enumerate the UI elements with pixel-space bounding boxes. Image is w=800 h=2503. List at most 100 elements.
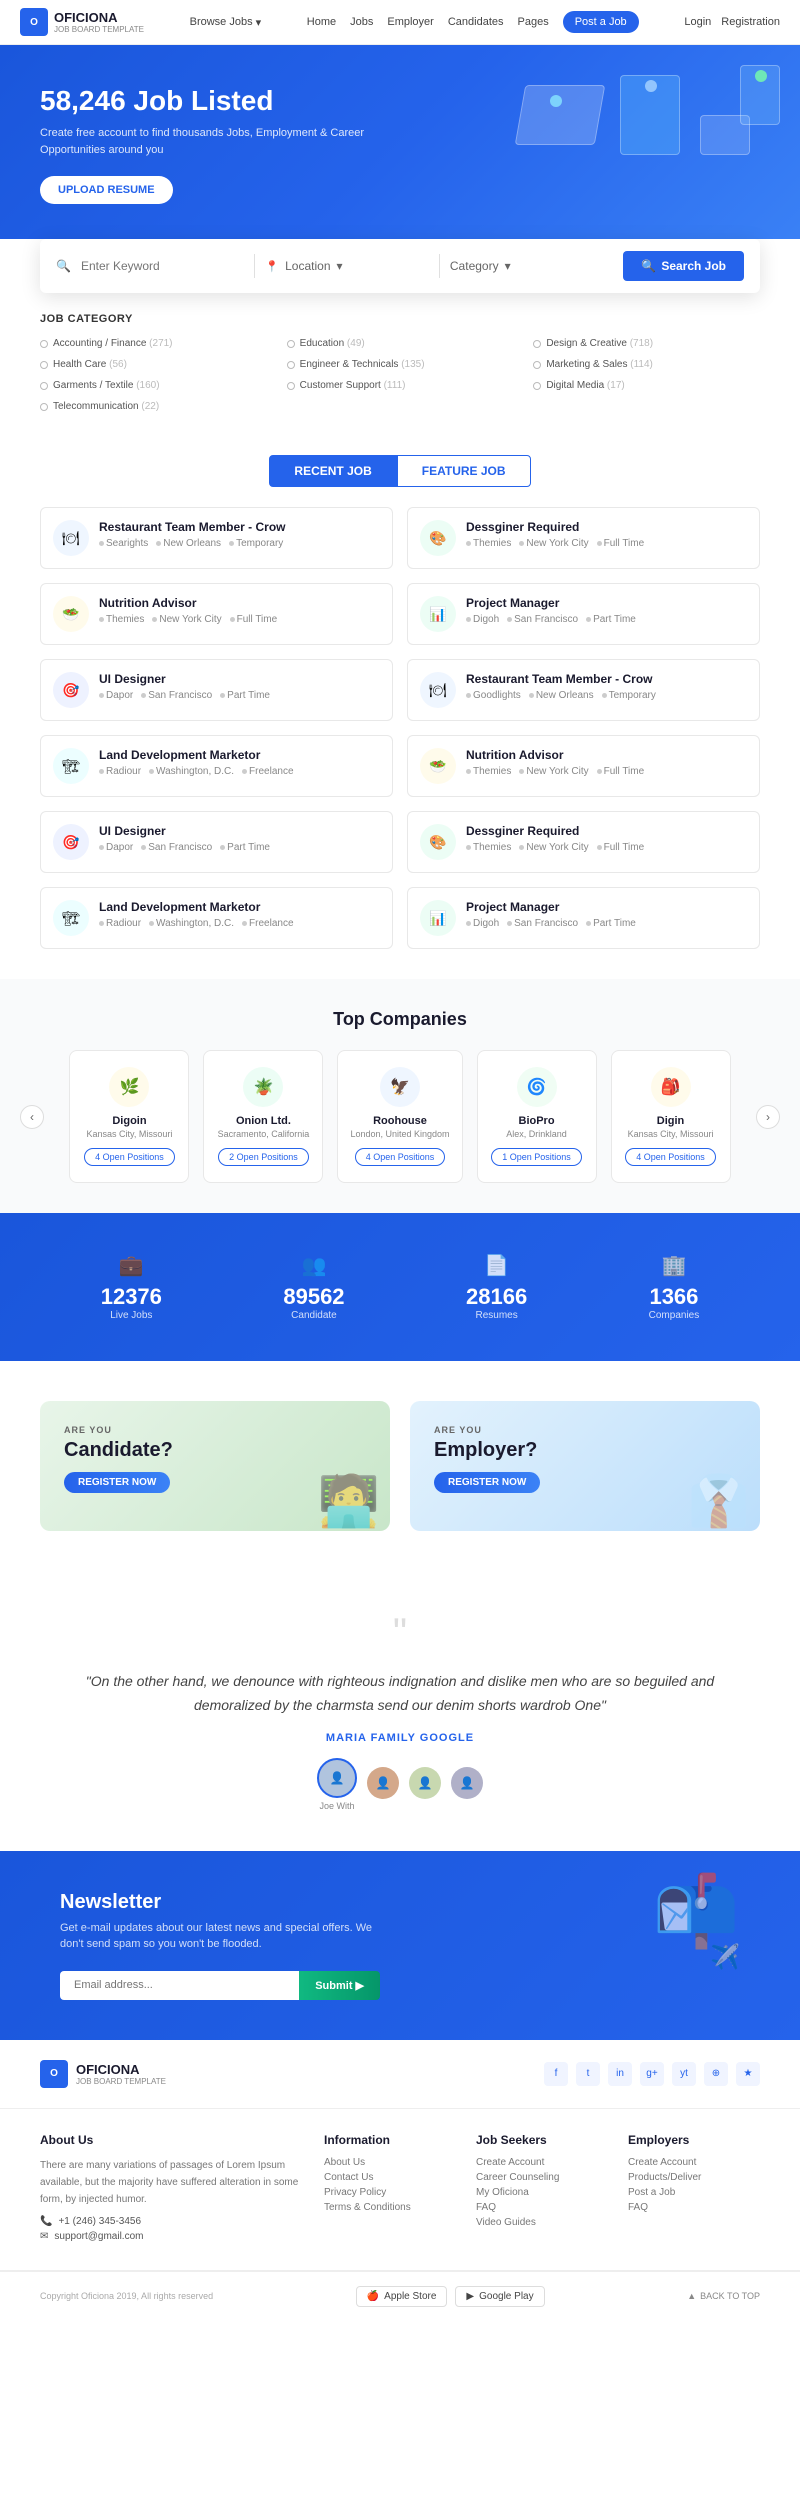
job-card[interactable]: 📊 Project Manager Digoh San Francisco Pa… [407, 887, 760, 949]
footer-link-my-oficiona[interactable]: My Oficiona [476, 2187, 608, 2198]
company-card[interactable]: 🌿 Digoin Kansas City, Missouri 4 Open Po… [69, 1050, 189, 1183]
newsletter-email-input[interactable] [60, 1971, 299, 2000]
search-button[interactable]: 🔍 Search Job [623, 251, 744, 281]
job-cat-item[interactable]: Accounting / Finance (271) [40, 335, 267, 352]
browse-jobs-btn[interactable]: Browse Jobs [190, 16, 262, 29]
job-cat-item[interactable]: Design & Creative (718) [533, 335, 760, 352]
company-name: Roohouse [350, 1115, 449, 1127]
job-cat-item[interactable]: Digital Media (17) [533, 377, 760, 394]
footer-link-about-us[interactable]: About Us [324, 2157, 456, 2168]
carousel-next-button[interactable]: › [756, 1105, 780, 1129]
company-card[interactable]: 🌀 BioPro Alex, Drinkland 1 Open Position… [477, 1050, 597, 1183]
job-cat-item[interactable]: Marketing & Sales (114) [533, 356, 760, 373]
nav-jobs[interactable]: Jobs [350, 16, 373, 28]
footer-link-emp-faq[interactable]: FAQ [628, 2202, 760, 2213]
tab-recent-job[interactable]: RECENT JOB [269, 455, 396, 487]
footer-logo[interactable]: O OFICIONA JOB BOARD TEMPLATE [40, 2060, 166, 2088]
job-card[interactable]: 🍽 Restaurant Team Member - Crow Searight… [40, 507, 393, 569]
job-title: Nutrition Advisor [466, 748, 747, 762]
footer-link-post-job[interactable]: Post a Job [628, 2187, 760, 2198]
footer-link-emp-create-account[interactable]: Create Account [628, 2157, 760, 2168]
company-positions-button[interactable]: 4 Open Positions [355, 1148, 446, 1166]
job-card[interactable]: 🎯 UI Designer Dapor San Francisco Part T… [40, 659, 393, 721]
candidate-register-button[interactable]: REGISTER NOW [64, 1472, 170, 1493]
job-info: Project Manager Digoh San Francisco Part… [466, 900, 747, 929]
footer-link-terms[interactable]: Terms & Conditions [324, 2202, 456, 2213]
avatar-3[interactable]: 👤 [409, 1767, 441, 1799]
footer-link-career-counseling[interactable]: Career Counseling [476, 2172, 608, 2183]
company-positions-button[interactable]: 4 Open Positions [625, 1148, 716, 1166]
job-card[interactable]: 🎨 Dessginer Required Themies New York Ci… [407, 507, 760, 569]
job-card[interactable]: 🥗 Nutrition Advisor Themies New York Cit… [40, 583, 393, 645]
hero-subtitle: Create free account to find thousands Jo… [40, 125, 420, 158]
company-positions-button[interactable]: 2 Open Positions [218, 1148, 309, 1166]
location-select[interactable]: Location [265, 259, 428, 273]
job-company: Themies [466, 538, 511, 549]
company-card[interactable]: 🦅 Roohouse London, United Kingdom 4 Open… [337, 1050, 462, 1183]
footer-email: ✉ support@gmail.com [40, 2231, 304, 2242]
job-icon: 🎨 [420, 520, 456, 556]
facebook-icon[interactable]: f [544, 2062, 568, 2086]
job-card[interactable]: 🏗 Land Development Marketor Radiour Wash… [40, 887, 393, 949]
job-cat-item[interactable]: Customer Support (111) [287, 377, 514, 394]
star-icon[interactable]: ★ [736, 2062, 760, 2086]
job-card[interactable]: 🎯 UI Designer Dapor San Francisco Part T… [40, 811, 393, 873]
company-positions-button[interactable]: 1 Open Positions [491, 1148, 582, 1166]
rss-icon[interactable]: ⊕ [704, 2062, 728, 2086]
keyword-input[interactable] [81, 259, 244, 273]
apple-store-button[interactable]: 🍎 Apple Store [356, 2286, 448, 2307]
job-card[interactable]: 🍽 Restaurant Team Member - Crow Goodligh… [407, 659, 760, 721]
nav-employer[interactable]: Employer [387, 16, 433, 28]
footer-link-faq[interactable]: FAQ [476, 2202, 608, 2213]
job-card[interactable]: 🥗 Nutrition Advisor Themies New York Cit… [407, 735, 760, 797]
job-card[interactable]: 📊 Project Manager Digoh San Francisco Pa… [407, 583, 760, 645]
stat-candidates: 👥 89562 Candidate [283, 1253, 344, 1321]
nav-candidates[interactable]: Candidates [448, 16, 504, 28]
post-job-button[interactable]: Post a Job [563, 11, 639, 33]
companies-title: Top Companies [20, 1009, 780, 1030]
job-company: Themies [466, 766, 511, 777]
footer-link-create-account[interactable]: Create Account [476, 2157, 608, 2168]
nav-home[interactable]: Home [307, 16, 336, 28]
employer-cta-card: ARE YOU Employer? REGISTER NOW 👔 [410, 1401, 760, 1531]
avatar-4[interactable]: 👤 [451, 1767, 483, 1799]
job-cat-item[interactable]: Education (49) [287, 335, 514, 352]
job-location: Washington, D.C. [149, 918, 234, 929]
job-cat-item[interactable]: Health Care (56) [40, 356, 267, 373]
candidate-illustration: 🧑‍💻 [318, 1472, 380, 1531]
carousel-prev-button[interactable]: ‹ [20, 1105, 44, 1129]
footer-link-privacy[interactable]: Privacy Policy [324, 2187, 456, 2198]
back-to-top-button[interactable]: ▲ BACK TO TOP [687, 2291, 760, 2301]
job-category-title: JOB CATEGORY [40, 313, 760, 325]
employer-register-button[interactable]: REGISTER NOW [434, 1472, 540, 1493]
nav-pages[interactable]: Pages [518, 16, 549, 28]
footer-link-products[interactable]: Products/Deliver [628, 2172, 760, 2183]
avatar-1[interactable]: 👤 [317, 1758, 357, 1798]
cat-dot [287, 361, 295, 369]
avatar-2[interactable]: 👤 [367, 1767, 399, 1799]
newsletter-submit-button[interactable]: Submit ▶ [299, 1971, 380, 2000]
company-card[interactable]: 🪴 Onion Ltd. Sacramento, California 2 Op… [203, 1050, 323, 1183]
googleplus-icon[interactable]: g+ [640, 2062, 664, 2086]
category-select[interactable]: Category [450, 259, 613, 273]
job-cat-item[interactable]: Telecommunication (22) [40, 398, 267, 415]
job-meta: Goodlights New Orleans Temporary [466, 690, 747, 701]
login-link[interactable]: Login [684, 16, 711, 28]
register-link[interactable]: Registration [721, 16, 780, 28]
youtube-icon[interactable]: yt [672, 2062, 696, 2086]
tab-feature-job[interactable]: FEATURE JOB [397, 455, 531, 487]
upload-resume-button[interactable]: UPLOAD RESUME [40, 176, 173, 204]
logo[interactable]: O OFICIONA JOB BOARD TEMPLATE [20, 8, 144, 36]
footer-link-contact-us[interactable]: Contact Us [324, 2172, 456, 2183]
google-play-button[interactable]: ▶ Google Play [455, 2286, 544, 2307]
twitter-icon[interactable]: t [576, 2062, 600, 2086]
job-card[interactable]: 🎨 Dessginer Required Themies New York Ci… [407, 811, 760, 873]
building-icon: 🏢 [649, 1253, 700, 1278]
company-card[interactable]: 🎒 Digin Kansas City, Missouri 4 Open Pos… [611, 1050, 731, 1183]
job-cat-item[interactable]: Garments / Textile (160) [40, 377, 267, 394]
job-cat-item[interactable]: Engineer & Technicals (135) [287, 356, 514, 373]
company-positions-button[interactable]: 4 Open Positions [84, 1148, 175, 1166]
footer-link-video-guides[interactable]: Video Guides [476, 2217, 608, 2228]
job-card[interactable]: 🏗 Land Development Marketor Radiour Wash… [40, 735, 393, 797]
linkedin-icon[interactable]: in [608, 2062, 632, 2086]
